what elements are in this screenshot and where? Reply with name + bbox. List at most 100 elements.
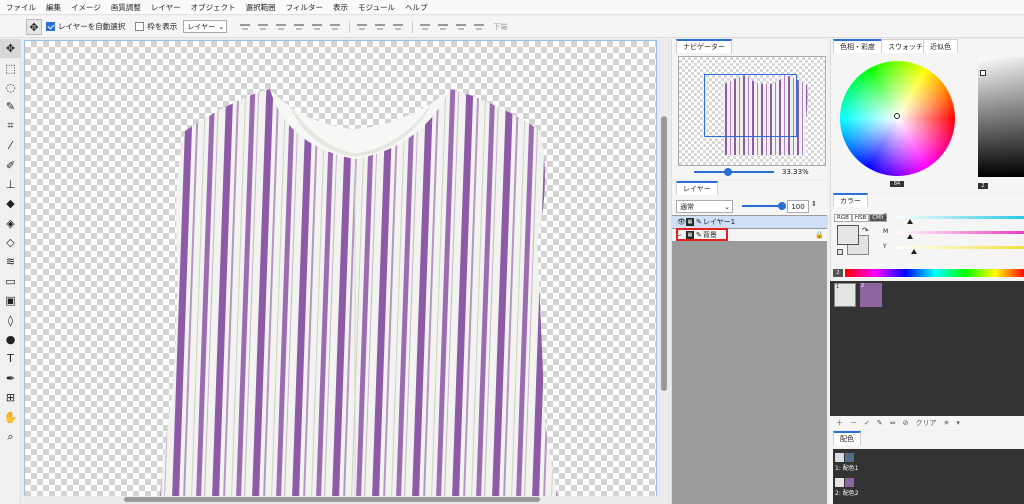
fill-tool-icon[interactable]: ◈ xyxy=(0,214,21,233)
hue-wheel-cursor[interactable] xyxy=(894,113,900,119)
distribute-middle-icon[interactable] xyxy=(374,22,386,32)
m-slider-handle[interactable] xyxy=(907,234,913,239)
navigator-view-rectangle[interactable] xyxy=(704,74,797,137)
navigator-zoom-slider[interactable] xyxy=(694,168,774,176)
mode-hsb[interactable]: HSB xyxy=(851,214,870,222)
palette-swatch[interactable]: 1 xyxy=(834,283,856,307)
m-channel-slider[interactable]: M xyxy=(883,228,1024,239)
align-top-icon[interactable] xyxy=(239,22,251,32)
tab-similar-colors[interactable]: 近似色 xyxy=(923,39,958,53)
opacity-spinner-icon[interactable]: ⇕ xyxy=(811,200,817,208)
blend-mode-dropdown[interactable]: 通常 ⌄ xyxy=(676,200,733,213)
c-gradient-bar[interactable] xyxy=(895,216,1024,219)
spectrum-gradient[interactable] xyxy=(845,269,1024,277)
y-channel-slider[interactable]: Y xyxy=(883,243,1024,254)
stamp-tool-icon[interactable]: ⊥ xyxy=(0,175,21,194)
m-gradient-bar[interactable] xyxy=(895,231,1024,234)
align-center-icon[interactable] xyxy=(311,22,323,32)
dodge-tool-icon[interactable]: ● xyxy=(0,330,21,349)
color-replace-tool-icon[interactable]: ◇ xyxy=(0,233,21,252)
menu-module[interactable]: モジュール xyxy=(358,2,395,13)
distribute-bottom-edge-button[interactable]: 下端 xyxy=(493,22,507,32)
horizontal-scroll-thumb[interactable] xyxy=(124,497,540,502)
zoom-slider-knob[interactable] xyxy=(724,168,732,176)
menu-triangle-icon[interactable]: ▾ xyxy=(956,419,960,427)
distribute-bottom-icon[interactable] xyxy=(392,22,404,32)
rectangle-tool-icon[interactable]: ▭ xyxy=(0,272,21,291)
default-colors-icon[interactable] xyxy=(837,249,843,255)
menu-filter[interactable]: フィルター xyxy=(286,2,323,13)
visibility-eye-icon[interactable]: 👁 xyxy=(677,218,686,226)
opacity-input[interactable]: 100 xyxy=(787,200,809,213)
brush-tool-icon[interactable]: ✐ xyxy=(0,155,21,174)
tab-color[interactable]: カラー xyxy=(833,193,868,207)
tab-hue-saturation[interactable]: 色相・彩度 xyxy=(833,39,882,53)
transform-tool-icon[interactable]: ⊞ xyxy=(0,388,21,407)
c-slider-handle[interactable] xyxy=(907,219,913,224)
menu-select[interactable]: 選択範囲 xyxy=(246,2,276,13)
quick-select-tool-icon[interactable]: ✎ xyxy=(0,97,21,116)
menu-adjust[interactable]: 画質調整 xyxy=(111,2,141,13)
lock-icon[interactable]: 🔒 xyxy=(815,231,824,239)
align-middle-icon[interactable] xyxy=(257,22,269,32)
check-icon[interactable]: ✓ xyxy=(864,419,870,427)
sparkle-icon[interactable]: ✳ xyxy=(944,419,950,427)
menu-object[interactable]: オブジェクト xyxy=(191,2,236,13)
menu-edit[interactable]: 編集 xyxy=(46,2,61,13)
tab-color-scheme[interactable]: 配色 xyxy=(833,431,861,445)
gradient-tool-icon[interactable]: ≋ xyxy=(0,252,21,271)
align-left-icon[interactable] xyxy=(293,22,305,32)
vertical-scroll-thumb[interactable] xyxy=(661,116,667,391)
foreground-color-swatch[interactable] xyxy=(837,225,859,245)
move-tool-icon[interactable]: ✥ xyxy=(0,39,21,59)
distribute-center-icon[interactable] xyxy=(437,22,449,32)
pen-tool-icon[interactable]: ✒ xyxy=(0,369,21,388)
distribute-left-icon[interactable] xyxy=(419,22,431,32)
checkbox-unchecked-icon[interactable] xyxy=(135,22,145,31)
sv-cursor[interactable] xyxy=(980,70,986,76)
no-icon[interactable]: ⊘ xyxy=(903,419,909,427)
list-item[interactable]: 1: 配色1 xyxy=(835,451,875,473)
marquee-tool-icon[interactable]: ⬚ xyxy=(0,58,21,77)
tab-layers[interactable]: レイヤー xyxy=(676,181,718,195)
align-bottom-icon[interactable] xyxy=(275,22,287,32)
tab-navigator[interactable]: ナビゲーター xyxy=(676,39,732,53)
blur-tool-icon[interactable]: ◊ xyxy=(0,310,21,329)
remove-icon[interactable]: － xyxy=(850,418,857,428)
distribute-width-icon[interactable] xyxy=(473,22,485,32)
palette-swatch[interactable]: 2 xyxy=(860,283,882,307)
menu-image[interactable]: イメージ xyxy=(71,2,101,13)
menu-help[interactable]: ヘルプ xyxy=(405,2,428,13)
auto-select-target-dropdown[interactable]: レイヤー ⌄ xyxy=(183,20,228,33)
menu-layer[interactable]: レイヤー xyxy=(151,2,181,13)
vertical-scrollbar[interactable] xyxy=(660,39,668,504)
retouch-tool-icon[interactable]: ▣ xyxy=(0,291,21,310)
eyedropper-tool-icon[interactable]: ⁄ xyxy=(0,136,21,155)
hand-tool-icon[interactable]: ✋ xyxy=(0,407,21,426)
pencil-icon[interactable]: ✎ xyxy=(877,419,883,427)
eraser-tool-icon[interactable]: ◆ xyxy=(0,194,21,213)
checkbox-checked-icon[interactable] xyxy=(46,22,55,31)
distribute-right-icon[interactable] xyxy=(455,22,467,32)
opacity-slider-knob[interactable] xyxy=(778,202,786,210)
layer-row-layer1[interactable]: 👁 ▦ ✎ レイヤー1 xyxy=(672,216,828,228)
c-channel-slider[interactable]: C xyxy=(883,213,1024,224)
swap-colors-icon[interactable]: ↷ xyxy=(862,226,869,235)
menu-file[interactable]: ファイル xyxy=(6,2,36,13)
move-tool-options-icon[interactable]: ✥ xyxy=(26,19,42,35)
clear-button[interactable]: クリア xyxy=(916,418,937,428)
align-right-icon[interactable] xyxy=(329,22,341,32)
text-tool-icon[interactable]: T xyxy=(0,349,21,368)
horizontal-scrollbar[interactable] xyxy=(22,496,662,504)
navigator-preview[interactable] xyxy=(678,56,826,166)
document-canvas[interactable] xyxy=(24,40,657,498)
crop-tool-icon[interactable]: ⌗ xyxy=(0,117,21,136)
lasso-tool-icon[interactable]: ◌ xyxy=(0,78,21,97)
swap-icon[interactable]: ⇔ xyxy=(890,419,896,427)
show-frame-checkbox[interactable]: 枠を表示 xyxy=(135,21,177,32)
add-icon[interactable]: ＋ xyxy=(836,418,843,428)
mode-rgb[interactable]: RGB xyxy=(834,214,852,222)
y-slider-handle[interactable] xyxy=(911,249,917,254)
zoom-tool-icon[interactable]: ⌕ xyxy=(0,427,21,446)
menu-view[interactable]: 表示 xyxy=(333,2,348,13)
